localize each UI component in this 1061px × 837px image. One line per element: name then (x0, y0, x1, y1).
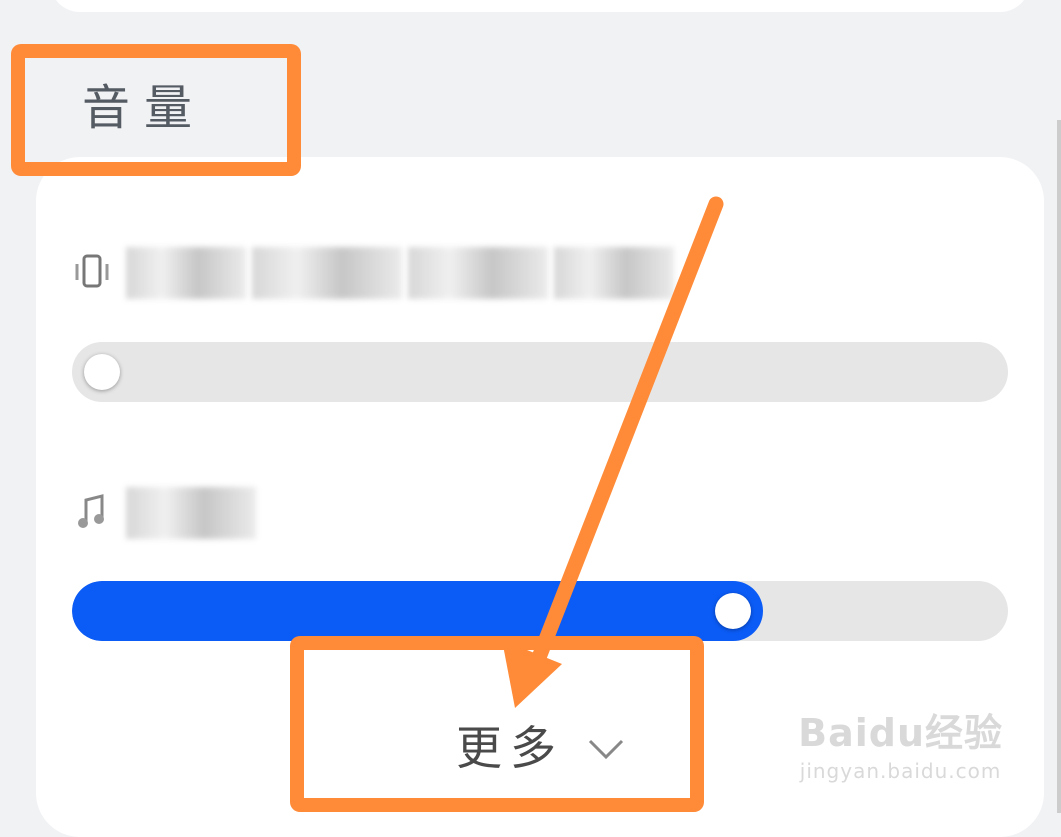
chevron-down-icon (586, 718, 626, 772)
music-icon (72, 490, 112, 536)
more-label: 更多 (456, 721, 564, 775)
previous-section-card (50, 0, 1030, 12)
media-volume-slider[interactable] (72, 581, 1008, 641)
blurred-text (126, 247, 246, 299)
watermark-brand: Baidu经验 (798, 711, 1003, 755)
section-title-volume: 音量 (82, 80, 207, 136)
ringtone-volume-label (72, 238, 680, 308)
slider-fill (72, 581, 763, 641)
slider-thumb[interactable] (84, 354, 120, 390)
ringtone-volume-slider[interactable] (72, 342, 1008, 402)
more-button[interactable]: 更多 (456, 712, 626, 778)
blurred-text (554, 247, 674, 299)
media-volume-label (72, 478, 262, 548)
scrollbar[interactable] (1057, 120, 1061, 813)
blurred-text (408, 247, 548, 299)
blurred-text (252, 247, 402, 299)
vibrate-icon (72, 250, 112, 296)
baidu-watermark: Baidu经验 jingyan.baidu.com (798, 702, 1003, 783)
slider-thumb[interactable] (714, 593, 751, 629)
watermark-url: jingyan.baidu.com (799, 759, 1002, 783)
blurred-text (126, 487, 256, 539)
